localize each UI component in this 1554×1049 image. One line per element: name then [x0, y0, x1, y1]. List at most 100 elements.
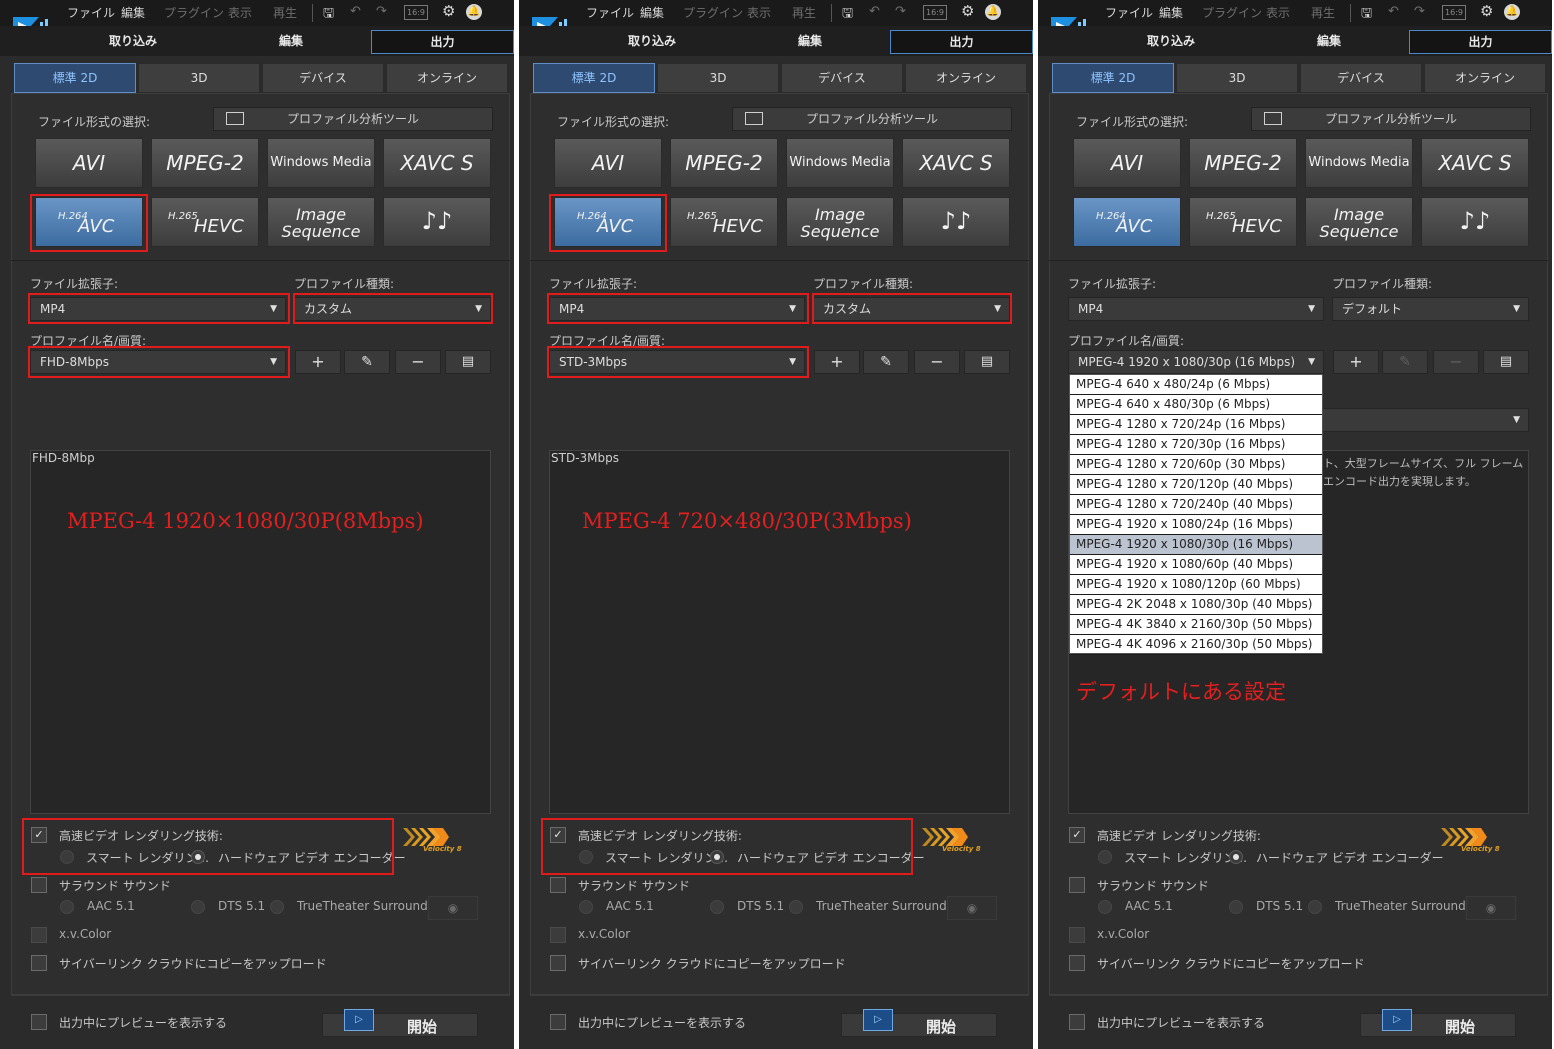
menu-plugins[interactable]: プラグイン	[164, 4, 224, 21]
format-image-sequence-button[interactable]: Image Sequence	[786, 197, 894, 247]
tab-produce[interactable]: 出力	[371, 30, 514, 54]
undo-icon[interactable]: ↶	[869, 4, 880, 19]
edit-profile-button[interactable]: ✎	[863, 350, 909, 374]
format-mpeg2-button[interactable]: MPEG-2	[670, 138, 778, 188]
add-profile-button[interactable]: +	[295, 350, 341, 374]
fast-render-checkbox[interactable]: ✓	[1069, 827, 1085, 843]
subtab-device[interactable]: デバイス	[262, 63, 384, 93]
remove-profile-button[interactable]: −	[914, 350, 960, 374]
start-button[interactable]: ▷ 開始	[841, 1009, 997, 1037]
settings-gear-icon[interactable]: ⚙	[961, 2, 974, 20]
profile-analyzer-button[interactable]: プロファイル分析ツール	[213, 107, 493, 131]
menu-edit[interactable]: 編集	[640, 4, 664, 21]
dropdown-option[interactable]: MPEG-4 1280 x 720/24p (16 Mbps)	[1070, 415, 1322, 435]
surround-checkbox[interactable]	[31, 877, 47, 893]
cloud-upload-checkbox[interactable]	[550, 955, 566, 971]
menu-view[interactable]: 表示	[228, 4, 252, 21]
profile-name-dropdown-list[interactable]: MPEG-4 640 x 480/24p (6 Mbps) MPEG-4 640 …	[1069, 374, 1323, 655]
notification-bell-icon[interactable]: 🔔	[985, 4, 1001, 20]
subtab-online[interactable]: オンライン	[905, 63, 1027, 93]
notification-bell-icon[interactable]: 🔔	[1504, 4, 1520, 20]
add-profile-button[interactable]: +	[814, 350, 860, 374]
profile-analyzer-button[interactable]: プロファイル分析ツール	[732, 107, 1012, 131]
remove-profile-button[interactable]: −	[395, 350, 441, 374]
menu-file[interactable]: ファイル	[586, 4, 634, 21]
dropdown-option[interactable]: MPEG-4 1280 x 720/240p (40 Mbps)	[1070, 495, 1322, 515]
menu-edit[interactable]: 編集	[121, 4, 145, 21]
preview-checkbox[interactable]	[550, 1014, 566, 1030]
speaker-settings-icon[interactable]: ◉	[428, 896, 478, 920]
dropdown-option[interactable]: MPEG-4 1920 x 1080/120p (60 Mbps)	[1070, 575, 1322, 595]
start-button[interactable]: ▷ 開始	[1360, 1009, 1516, 1037]
format-audio-button[interactable]: ♪♪	[383, 197, 491, 247]
aspect-ratio-button[interactable]: 16:9	[1442, 5, 1466, 20]
profile-details-button[interactable]: ▤	[1483, 350, 1529, 374]
dropdown-option[interactable]: MPEG-4 1280 x 720/30p (16 Mbps)	[1070, 435, 1322, 455]
format-mpeg2-button[interactable]: MPEG-2	[151, 138, 259, 188]
dropdown-option[interactable]: MPEG-4 4K 3840 x 2160/30p (50 Mbps)	[1070, 615, 1322, 635]
tab-capture[interactable]: 取り込み	[60, 30, 206, 52]
subtab-standard-2d[interactable]: 標準 2D	[1052, 63, 1174, 93]
format-audio-button[interactable]: ♪♪	[902, 197, 1010, 247]
tab-produce[interactable]: 出力	[1409, 30, 1552, 54]
menu-playback[interactable]: 再生	[1311, 4, 1335, 21]
menu-playback[interactable]: 再生	[792, 4, 816, 21]
truetheater-radio[interactable]	[270, 900, 284, 914]
menu-view[interactable]: 表示	[747, 4, 771, 21]
subtab-3d[interactable]: 3D	[138, 63, 260, 93]
settings-gear-icon[interactable]: ⚙	[442, 2, 455, 20]
dropdown-option[interactable]: MPEG-4 1920 x 1080/60p (40 Mbps)	[1070, 555, 1322, 575]
format-windows-media-button[interactable]: Windows Media	[786, 138, 894, 188]
notification-bell-icon[interactable]: 🔔	[466, 4, 482, 20]
subtab-online[interactable]: オンライン	[386, 63, 508, 93]
aac-radio[interactable]	[1098, 900, 1112, 914]
save-icon[interactable]: 🖫	[842, 4, 853, 26]
subtab-3d[interactable]: 3D	[1176, 63, 1298, 93]
dropdown-option[interactable]: MPEG-4 1280 x 720/120p (40 Mbps)	[1070, 475, 1322, 495]
xvcolor-checkbox[interactable]	[31, 927, 47, 943]
format-xavc-s-button[interactable]: XAVC S	[383, 138, 491, 188]
undo-icon[interactable]: ↶	[350, 4, 361, 19]
profile-type-dropdown[interactable]: デフォルト ▼	[1332, 297, 1529, 321]
dropdown-option[interactable]: MPEG-4 1280 x 720/60p (30 Mbps)	[1070, 455, 1322, 475]
menu-playback[interactable]: 再生	[273, 4, 297, 21]
format-windows-media-button[interactable]: Windows Media	[1305, 138, 1413, 188]
format-image-sequence-button[interactable]: Image Sequence	[1305, 197, 1413, 247]
menu-view[interactable]: 表示	[1266, 4, 1290, 21]
format-h264-avc-button[interactable]: H.264 AVC	[1073, 197, 1181, 247]
add-profile-button[interactable]: +	[1333, 350, 1379, 374]
cloud-upload-checkbox[interactable]	[1069, 955, 1085, 971]
tab-capture[interactable]: 取り込み	[1098, 30, 1244, 52]
dropdown-option[interactable]: MPEG-4 2K 2048 x 1080/30p (40 Mbps)	[1070, 595, 1322, 615]
redo-icon[interactable]: ↷	[1414, 4, 1425, 19]
format-avi-button[interactable]: AVI	[554, 138, 662, 188]
preview-checkbox[interactable]	[31, 1014, 47, 1030]
subtab-standard-2d[interactable]: 標準 2D	[14, 63, 136, 93]
dropdown-option[interactable]: MPEG-4 1920 x 1080/24p (16 Mbps)	[1070, 515, 1322, 535]
format-h265-hevc-button[interactable]: H.265 HEVC	[1189, 197, 1297, 247]
dts-radio[interactable]	[191, 900, 205, 914]
menu-plugins[interactable]: プラグイン	[1202, 4, 1262, 21]
settings-gear-icon[interactable]: ⚙	[1480, 2, 1493, 20]
remove-profile-button[interactable]: −	[1433, 350, 1479, 374]
hardware-encoder-radio[interactable]	[1229, 850, 1243, 864]
format-h265-hevc-button[interactable]: H.265 HEVC	[670, 197, 778, 247]
cloud-upload-checkbox[interactable]	[31, 955, 47, 971]
redo-icon[interactable]: ↷	[895, 4, 906, 19]
subtab-3d[interactable]: 3D	[657, 63, 779, 93]
subtab-device[interactable]: デバイス	[1300, 63, 1422, 93]
save-icon[interactable]: 🖫	[1361, 4, 1372, 26]
format-xavc-s-button[interactable]: XAVC S	[902, 138, 1010, 188]
redo-icon[interactable]: ↷	[376, 4, 387, 19]
dropdown-option[interactable]: MPEG-4 640 x 480/30p (6 Mbps)	[1070, 395, 1322, 415]
dts-radio[interactable]	[710, 900, 724, 914]
menu-file[interactable]: ファイル	[67, 4, 115, 21]
dropdown-option[interactable]: MPEG-4 640 x 480/24p (6 Mbps)	[1070, 375, 1322, 395]
format-mpeg2-button[interactable]: MPEG-2	[1189, 138, 1297, 188]
speaker-settings-icon[interactable]: ◉	[947, 896, 997, 920]
edit-profile-button[interactable]: ✎	[344, 350, 390, 374]
tab-capture[interactable]: 取り込み	[579, 30, 725, 52]
subtab-device[interactable]: デバイス	[781, 63, 903, 93]
aac-radio[interactable]	[60, 900, 74, 914]
format-audio-button[interactable]: ♪♪	[1421, 197, 1529, 247]
